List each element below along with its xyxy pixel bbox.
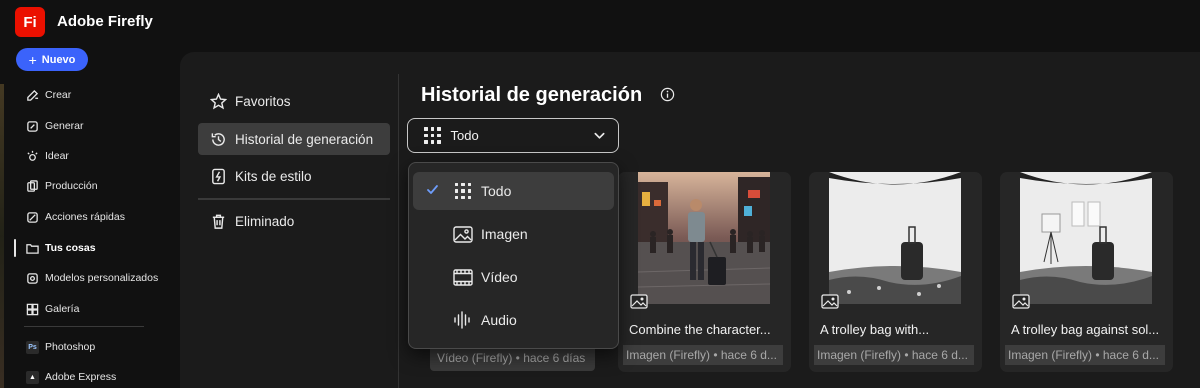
quick-actions-icon: [27, 211, 38, 223]
active-indicator: [14, 239, 16, 257]
card-meta: Imagen (Firefly) • hace 6 d...: [814, 345, 974, 365]
subnav-label: Kits de estilo: [235, 168, 312, 184]
image-type-icon: [1012, 294, 1030, 309]
dropdown-option-label: Audio: [481, 312, 517, 328]
card-thumbnail: [1020, 172, 1152, 304]
production-icon: [27, 179, 38, 192]
dropdown-option-imagen[interactable]: Imagen: [413, 215, 614, 253]
image-icon: [453, 224, 473, 244]
sidebar-item-label: Generar: [45, 120, 84, 132]
dropdown-option-todo[interactable]: Todo: [413, 172, 614, 210]
folder-icon: [26, 243, 39, 254]
sidebar-item-label: Producción: [45, 180, 98, 192]
star-icon: [210, 92, 227, 109]
grid-icon: [453, 181, 473, 201]
image-type-icon: [821, 294, 839, 309]
custom-models-icon: [27, 272, 38, 284]
firefly-logo[interactable]: Fi: [15, 7, 45, 37]
filter-dropdown-menu: Todo Imagen Vídeo Audio: [408, 162, 619, 349]
sidebar-item-produccion[interactable]: Producción: [26, 176, 98, 196]
subnav-historial[interactable]: Historial de generación: [198, 123, 390, 155]
sidebar-item-label: Idear: [45, 150, 69, 162]
generate-icon: [27, 120, 38, 132]
subnav-divider: [198, 198, 390, 200]
card-meta: Imagen (Firefly) • hace 6 d...: [1005, 345, 1165, 365]
dropdown-option-label: Vídeo: [481, 269, 518, 285]
info-icon[interactable]: [660, 87, 675, 102]
card-caption: A trolley bag with...: [820, 322, 930, 337]
sidebar-divider: [24, 326, 144, 327]
history-card[interactable]: A trolley bag with... Imagen (Firefly) •…: [809, 172, 982, 372]
card-caption: Combine the character...: [629, 322, 771, 337]
new-button-label: Nuevo: [41, 53, 76, 66]
subnav-favoritos[interactable]: Favoritos: [198, 85, 390, 117]
adobe-express-icon: ▲: [26, 370, 39, 384]
logo-text: Fi: [23, 13, 37, 31]
history-icon: [211, 132, 225, 146]
sidebar-app-photoshop[interactable]: Ps Photoshop: [26, 337, 95, 357]
card-meta: Imagen (Firefly) • hace 6 d...: [623, 345, 783, 365]
audio-icon: [453, 310, 473, 330]
page-title: Historial de generación: [421, 84, 643, 106]
ideate-icon: [27, 150, 38, 161]
sidebar-item-label: Modelos personalizados: [45, 272, 159, 284]
history-card[interactable]: A trolley bag against sol... Imagen (Fir…: [1000, 172, 1173, 372]
image-type-icon: [630, 294, 648, 309]
video-icon: [453, 267, 473, 287]
subnav-eliminado[interactable]: Eliminado: [198, 205, 390, 237]
top-bar: Fi Adobe Firefly: [0, 0, 1200, 46]
style-kit-icon: [212, 168, 225, 184]
dropdown-option-audio[interactable]: Audio: [413, 301, 614, 339]
dropdown-option-label: Todo: [481, 183, 512, 199]
create-icon: [27, 89, 39, 101]
card-thumbnail: [829, 172, 961, 304]
background-edge: [0, 84, 4, 388]
sidebar-item-label: Tus cosas: [45, 242, 96, 254]
sidebar-item-label: Galería: [45, 303, 80, 315]
sidebar-item-label: Acciones rápidas: [45, 211, 125, 223]
filter-select[interactable]: Todo: [407, 118, 619, 153]
gallery-icon: [26, 303, 39, 315]
sidebar-item-tus-cosas[interactable]: Tus cosas: [26, 238, 96, 258]
sidebar-item-acciones-rapidas[interactable]: Acciones rápidas: [26, 207, 125, 227]
grid-icon: [424, 127, 441, 144]
sidebar-app-label: Photoshop: [45, 341, 96, 353]
panel-divider: [398, 74, 399, 388]
dropdown-option-video[interactable]: Vídeo: [413, 258, 614, 296]
new-button[interactable]: + Nuevo: [16, 48, 88, 71]
subnav-label: Historial de generación: [235, 131, 374, 147]
checkmark-icon: [427, 185, 438, 194]
plus-icon: +: [28, 51, 37, 68]
app-title[interactable]: Adobe Firefly: [57, 13, 153, 30]
photoshop-icon: Ps: [26, 340, 39, 354]
trash-icon: [212, 214, 225, 229]
sidebar-item-generar[interactable]: Generar: [26, 116, 84, 136]
card-thumbnail: [638, 172, 770, 304]
sidebar-item-label: Crear: [45, 89, 72, 101]
subnav-label: Favoritos: [235, 93, 291, 109]
sidebar-item-idear[interactable]: Idear: [26, 146, 69, 166]
sidebar-item-modelos-personalizados[interactable]: Modelos personalizados: [26, 268, 158, 288]
sidebar-item-galeria[interactable]: Galería: [26, 299, 79, 319]
filter-value: Todo: [450, 128, 479, 143]
sidebar-item-crear[interactable]: Crear: [26, 85, 71, 105]
card-caption: A trolley bag against sol...: [1011, 322, 1160, 337]
main-panel: Favoritos Historial de generación Kits d…: [180, 52, 1200, 388]
history-card[interactable]: Combine the character... Imagen (Firefly…: [618, 172, 791, 372]
subnav-label: Eliminado: [235, 213, 295, 229]
sidebar-app-label: Adobe Express: [45, 371, 117, 383]
subnav-kits-de-estilo[interactable]: Kits de estilo: [198, 160, 390, 192]
dropdown-option-label: Imagen: [481, 226, 528, 242]
chevron-down-icon: [594, 132, 605, 139]
sidebar-app-adobe-express[interactable]: ▲ Adobe Express: [26, 367, 116, 387]
